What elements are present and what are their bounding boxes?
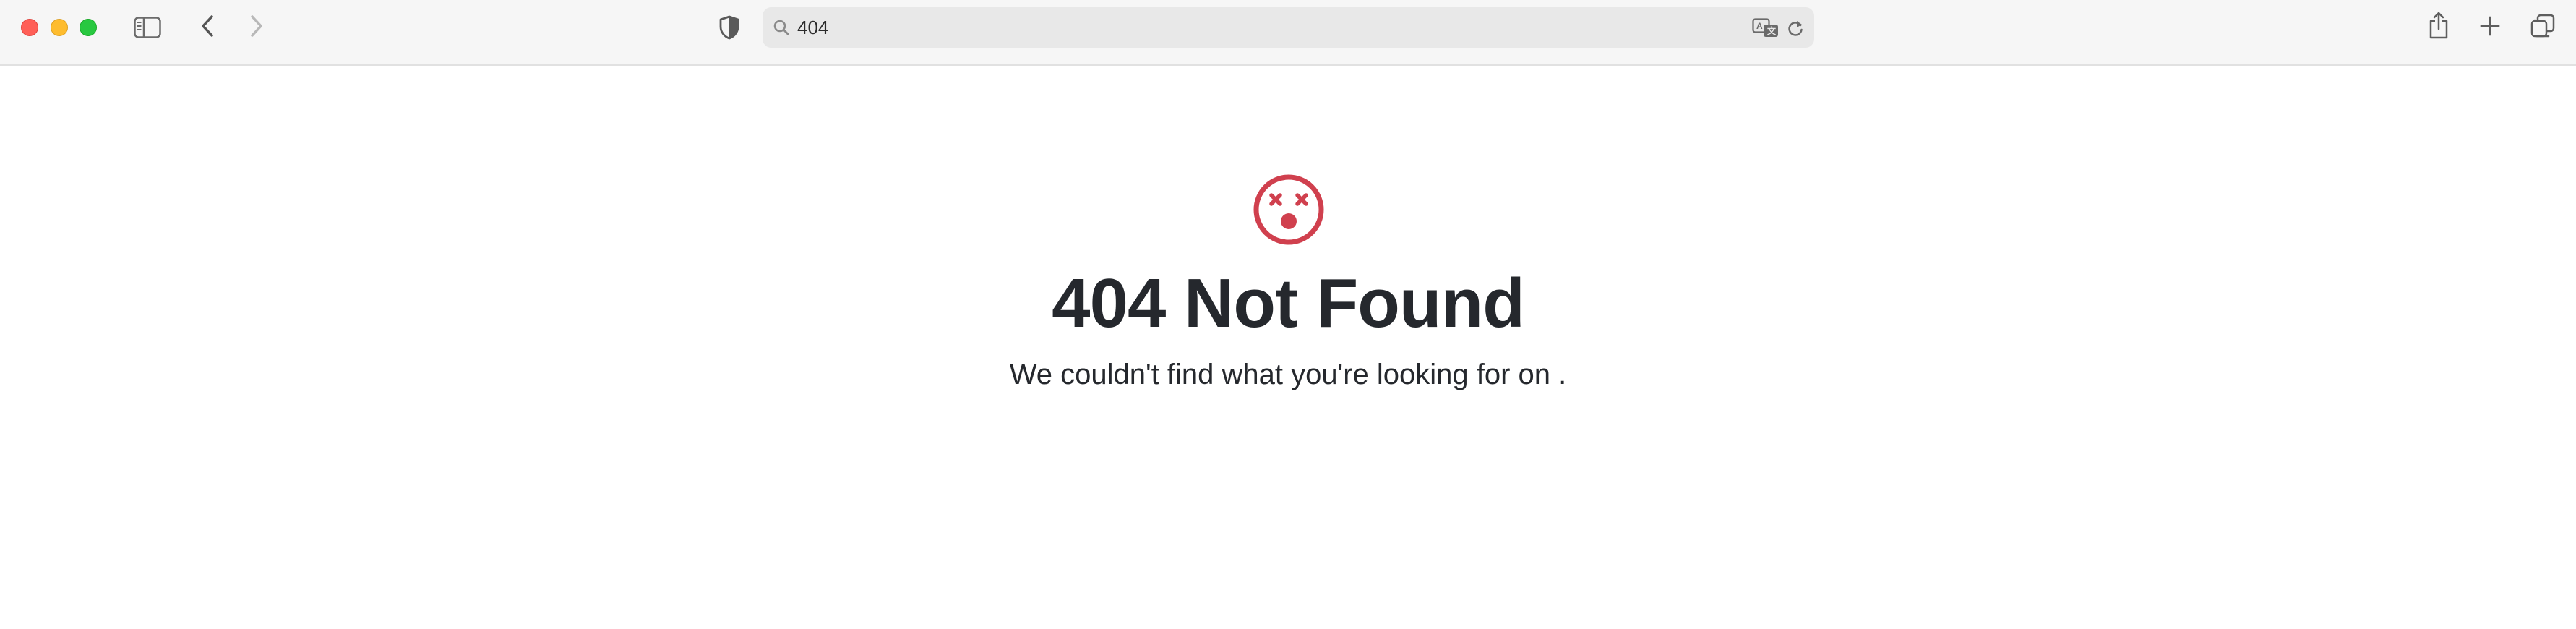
chevron-left-icon[interactable] — [197, 13, 218, 39]
svg-text:文: 文 — [1767, 25, 1777, 36]
zoom-window-button[interactable] — [80, 19, 97, 36]
browser-window: 404 A 文 404 Not Found We couldn't find w… — [0, 0, 2576, 629]
browser-toolbar: 404 A 文 — [0, 0, 2576, 66]
svg-text:A: A — [1756, 21, 1763, 31]
translate-icon[interactable]: A 文 — [1752, 18, 1779, 42]
page-title: 404 Not Found — [1052, 265, 1525, 342]
tabs-icon[interactable] — [2530, 13, 2556, 39]
minimize-window-button[interactable] — [51, 19, 68, 36]
close-window-button[interactable] — [21, 19, 38, 36]
dizzy-face-icon — [1253, 174, 1325, 246]
address-bar[interactable]: 404 A 文 — [763, 7, 1814, 48]
plus-icon[interactable] — [2478, 13, 2502, 39]
error-message: We couldn't find what you're looking for… — [1009, 359, 1567, 390]
url-text[interactable]: 404 — [797, 17, 828, 38]
reload-icon[interactable] — [1787, 19, 1804, 41]
sidebar-icon[interactable] — [133, 14, 162, 40]
page-content: 404 Not Found We couldn't find what you'… — [0, 66, 2576, 629]
chevron-right-icon[interactable] — [246, 13, 267, 39]
search-icon — [773, 19, 790, 40]
share-icon[interactable] — [2426, 10, 2451, 40]
shield-icon[interactable] — [717, 14, 742, 40]
